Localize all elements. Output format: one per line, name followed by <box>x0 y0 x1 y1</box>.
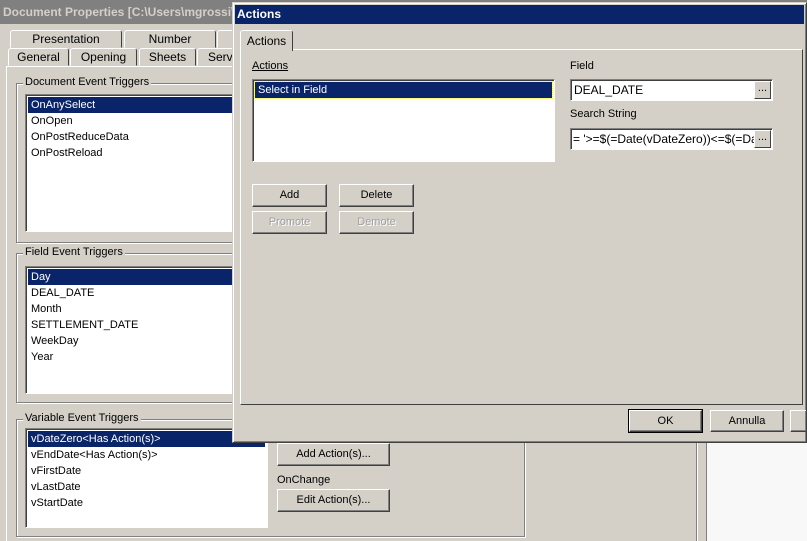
field-input[interactable]: DEAL_DATE ... <box>570 79 773 101</box>
list-item[interactable]: vFirstDate <box>28 463 265 479</box>
tab-server[interactable]: Serve <box>197 48 239 66</box>
list-item[interactable]: vEndDate<Has Action(s)> <box>28 447 265 463</box>
search-string-input[interactable]: = '>=$(=Date(vDateZero))<=$(=Da ... <box>570 128 773 150</box>
actions-dialog-title-bar: Actions <box>235 5 804 24</box>
promote-button[interactable]: Promote <box>252 211 327 234</box>
search-browse-button[interactable]: ... <box>754 130 771 148</box>
document-triggers-list[interactable]: OnAnySelect OnOpen OnPostReduceData OnPo… <box>25 94 240 232</box>
variable-triggers-list[interactable]: vDateZero<Has Action(s)> vEndDate<Has Ac… <box>25 428 268 528</box>
group-label: Field Event Triggers <box>23 246 125 258</box>
field-label: Field <box>570 60 594 72</box>
list-item[interactable]: Day <box>28 269 237 285</box>
list-item[interactable]: Select in Field <box>254 81 553 99</box>
field-value: DEAL_DATE <box>574 83 644 97</box>
tab-general[interactable]: General <box>8 48 69 66</box>
help-button[interactable] <box>790 410 806 432</box>
tab-actions[interactable]: Actions <box>240 30 293 51</box>
list-item[interactable]: vLastDate <box>28 479 265 495</box>
tab-sheets[interactable]: Sheets <box>139 48 196 66</box>
actions-list-label: Actions <box>252 60 289 72</box>
edit-actions-button[interactable]: Edit Action(s)... <box>277 489 390 512</box>
list-item[interactable]: vDateZero<Has Action(s)> <box>28 431 265 447</box>
tab-number[interactable]: Number <box>124 30 216 48</box>
group-label: Document Event Triggers <box>23 76 152 88</box>
demote-button[interactable]: Demote <box>339 211 414 234</box>
field-triggers-list[interactable]: Day DEAL_DATE Month SETTLEMENT_DATE Week… <box>25 266 240 394</box>
tab-panel-border <box>6 66 236 67</box>
cancel-button[interactable]: Annulla <box>710 410 784 432</box>
list-item[interactable]: Month <box>28 301 237 317</box>
delete-button[interactable]: Delete <box>339 184 414 207</box>
search-string-label: Search String <box>570 108 637 120</box>
group-label: Variable Event Triggers <box>23 412 141 424</box>
add-button[interactable]: Add <box>252 184 327 207</box>
list-item[interactable]: OnOpen <box>28 113 237 129</box>
list-item[interactable]: OnPostReload <box>28 145 237 161</box>
actions-dialog: Actions Actions Actions Select in Field … <box>232 2 807 443</box>
tab-opening[interactable]: Opening <box>70 48 137 66</box>
list-item[interactable]: OnAnySelect <box>28 97 237 113</box>
list-item[interactable]: vStartDate <box>28 495 265 511</box>
ok-button[interactable]: OK <box>628 409 703 433</box>
list-item[interactable]: OnPostReduceData <box>28 129 237 145</box>
tab-presentation[interactable]: Presentation <box>10 30 122 48</box>
actions-list[interactable]: Select in Field <box>252 79 555 162</box>
preview-pane <box>706 442 807 541</box>
search-string-value: = '>=$(=Date(vDateZero))<=$(=Da <box>573 132 758 146</box>
tab-panel-left-border <box>6 66 7 541</box>
list-item[interactable]: Year <box>28 349 237 365</box>
field-browse-button[interactable]: ... <box>754 81 771 99</box>
divider <box>696 442 698 541</box>
list-item[interactable]: DEAL_DATE <box>28 285 237 301</box>
add-actions-button[interactable]: Add Action(s)... <box>277 443 390 466</box>
onchange-label: OnChange <box>277 474 331 486</box>
list-item[interactable]: SETTLEMENT_DATE <box>28 317 237 333</box>
list-item[interactable]: WeekDay <box>28 333 237 349</box>
